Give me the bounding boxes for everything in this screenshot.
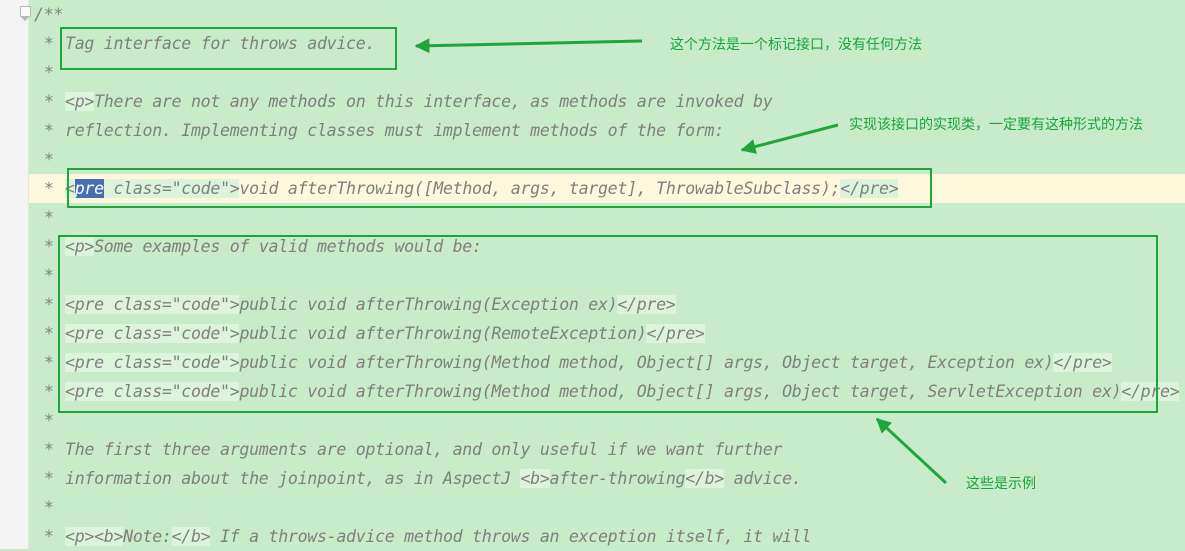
annotation-marker-interface: 这个方法是一个标记接口，没有任何方法 (670, 37, 922, 53)
arrow-to-examples (875, 417, 948, 485)
arrow-to-tag-interface (414, 38, 643, 54)
arrow-to-method-form (740, 123, 839, 154)
annotation-examples: 这些是示例 (966, 476, 1036, 492)
annotation-arrows (414, 38, 948, 485)
annotation-method-form: 实现该接口的实现类，一定要有这种形式的方法 (849, 117, 1143, 133)
